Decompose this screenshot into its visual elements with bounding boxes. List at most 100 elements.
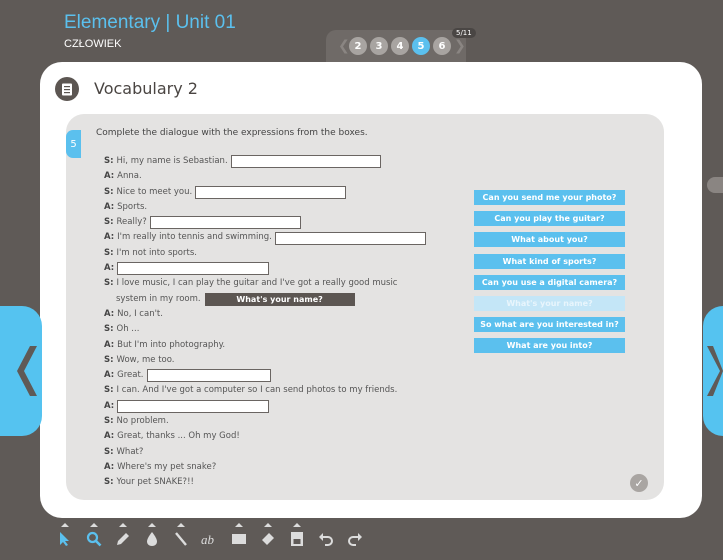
line-text: Hi, my name is Sebastian. <box>116 156 228 166</box>
speaker-label: S: <box>104 416 114 427</box>
answer-field[interactable] <box>274 231 426 245</box>
dialogue-line: A: Anna. <box>104 169 426 184</box>
answer-field[interactable] <box>117 399 270 413</box>
option-digital-camera[interactable]: Can you use a digital camera? <box>474 274 625 290</box>
page-counter-badge: 5/11 <box>452 28 476 38</box>
eraser-icon[interactable] <box>257 523 279 550</box>
page-button-4[interactable]: 4 <box>391 37 409 55</box>
dialogue-line: A: I'm really into tennis and swimming. <box>104 230 426 245</box>
redo-icon[interactable] <box>344 528 366 550</box>
speaker-label: S: <box>104 156 114 166</box>
line-text: Great. <box>117 370 144 381</box>
line-text: What? <box>116 446 144 457</box>
dialogue-line: A: Great, thanks ... Oh my God! <box>104 429 426 444</box>
option-play-guitar[interactable]: Can you play the guitar? <box>474 211 625 227</box>
chevron-left-icon <box>17 346 37 396</box>
app-title: Elementary | Unit 01 <box>64 12 236 33</box>
option-interested-in[interactable]: So what are you interested in? <box>474 317 625 333</box>
chevron-right-icon <box>707 346 723 396</box>
dialogue-line: S: Wow, me too. <box>104 353 426 368</box>
line-text: system in my room. <box>116 293 201 304</box>
save-icon[interactable] <box>286 523 308 550</box>
dialogue-line: S: Your pet SNAKE?!! <box>104 475 426 490</box>
line-text: No, I can't. <box>117 308 163 319</box>
undo-icon[interactable] <box>315 528 337 550</box>
dialogue-line: A: No, I can't. <box>104 307 426 322</box>
line-text: Great, thanks ... Oh my God! <box>117 431 240 442</box>
speaker-label: A: <box>104 370 115 381</box>
line-text: Really? <box>116 217 147 228</box>
dialogue-line: S: I'm not into sports. <box>104 246 426 261</box>
option-what-about-you[interactable]: What about you? <box>474 232 625 248</box>
line-text: I'm not into sports. <box>116 247 197 258</box>
toolbar: ab <box>54 523 366 550</box>
page-button-2[interactable]: 2 <box>349 37 367 55</box>
ink-drop-icon[interactable] <box>141 523 163 550</box>
line-text: No problem. <box>116 416 169 427</box>
speaker-label: S: <box>104 324 114 335</box>
dialogue-line: A: Where's my pet snake? <box>104 460 426 475</box>
answer-field[interactable] <box>195 185 347 199</box>
dialogue-line: S: I can. And I've got a computer so I ca… <box>104 383 426 398</box>
line-text: Where's my pet snake? <box>117 461 217 472</box>
check-icon: ✓ <box>634 476 644 490</box>
dialogue: S: Hi, my name is Sebastian. A: Anna. S: Ni… <box>104 154 426 491</box>
speaker-label: A: <box>104 232 115 243</box>
speaker-label: S: <box>104 354 114 365</box>
page-button-6[interactable]: 6 <box>433 37 451 55</box>
section-title: Vocabulary 2 <box>94 79 198 98</box>
speaker-label: A: <box>104 171 115 182</box>
placed-answer-chip[interactable]: What's your name? <box>204 292 355 306</box>
line-icon[interactable] <box>170 523 192 550</box>
line-text: I can. And I've got a computer so I can … <box>116 385 398 396</box>
zoom-icon[interactable] <box>83 523 105 550</box>
previous-page-button[interactable] <box>0 306 42 436</box>
svg-text:ab: ab <box>201 532 215 547</box>
pager-prev-icon[interactable]: ❮ <box>338 37 350 55</box>
answer-field[interactable] <box>117 262 270 276</box>
answer-field[interactable] <box>149 216 301 230</box>
line-text: But I'm into photography. <box>117 339 226 350</box>
dialogue-line: S: Hi, my name is Sebastian. <box>104 154 426 169</box>
speaker-label: S: <box>104 278 114 289</box>
exercise-instruction: Complete the dialogue with the expressio… <box>96 128 368 138</box>
speaker-label: S: <box>104 217 114 228</box>
next-page-button[interactable] <box>703 306 723 436</box>
dialogue-line: S: Nice to meet you. <box>104 185 426 200</box>
speaker-label: A: <box>104 263 115 274</box>
line-text: Your pet SNAKE?!! <box>116 477 194 488</box>
notes-icon <box>55 77 79 101</box>
line-text: Sports. <box>117 201 148 212</box>
dialogue-line: system in my room. What's your name? <box>104 292 426 307</box>
speaker-label: S: <box>104 247 114 258</box>
line-text: Nice to meet you. <box>116 186 193 197</box>
pager-next-icon[interactable]: ❯ <box>454 37 466 55</box>
option-kind-of-sports[interactable]: What kind of sports? <box>474 253 625 269</box>
answer-options: Can you send me your photo? Can you play… <box>474 190 625 354</box>
option-whats-your-name: What's your name? <box>474 295 625 311</box>
screen-icon[interactable] <box>228 523 250 550</box>
answer-field[interactable] <box>146 369 271 383</box>
dialogue-line: A: <box>104 261 426 276</box>
dialogue-line: A: But I'm into photography. <box>104 338 426 353</box>
page-button-5[interactable]: 5 <box>412 37 430 55</box>
check-answers-button[interactable]: ✓ <box>630 474 648 492</box>
pencil-icon[interactable] <box>112 523 134 550</box>
dialogue-line: A: Sports. <box>104 200 426 215</box>
line-text: Wow, me too. <box>116 354 175 365</box>
dialogue-line: A: Great. <box>104 368 426 383</box>
speaker-label: S: <box>104 446 114 457</box>
cursor-icon[interactable] <box>54 523 76 550</box>
option-what-are-you-into[interactable]: What are you into? <box>474 338 625 354</box>
option-send-photo[interactable]: Can you send me your photo? <box>474 190 625 205</box>
answer-field[interactable] <box>230 155 381 169</box>
dialogue-line: S: I love music, I can play the guitar an… <box>104 276 426 291</box>
line-text: I'm really into tennis and swimming. <box>117 232 272 243</box>
dialogue-line: S: No problem. <box>104 414 426 429</box>
app-subtitle: CZŁOWIEK <box>64 38 122 50</box>
page-button-3[interactable]: 3 <box>370 37 388 55</box>
dialogue-line: S: What? <box>104 445 426 460</box>
speaker-label: S: <box>104 477 114 488</box>
print-icon[interactable] <box>707 177 723 193</box>
text-icon[interactable]: ab <box>199 528 221 550</box>
